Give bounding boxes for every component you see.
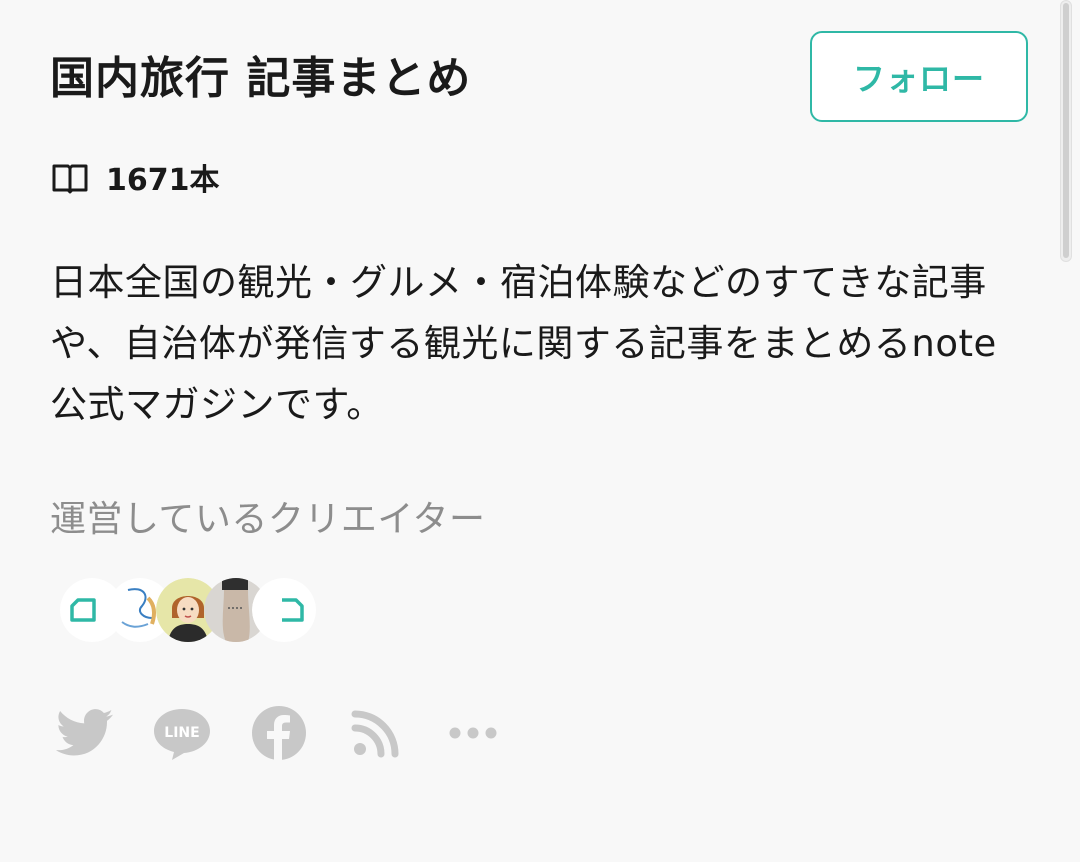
share-buttons: LINE <box>54 700 539 766</box>
magazine-description: 日本全国の観光・グルメ・宿泊体験などのすてきな記事や、自治体が発信する観光に関す… <box>50 261 997 426</box>
magazine-title: 国内旅行 記事まとめ <box>50 53 472 104</box>
facebook-icon[interactable] <box>248 702 310 764</box>
more-icon[interactable] <box>442 702 504 764</box>
line-icon[interactable]: LINE <box>151 702 213 764</box>
note-logo-icon[interactable] <box>252 578 316 642</box>
article-count: 1671本 <box>106 163 220 198</box>
line-icon-text: LINE <box>164 725 199 741</box>
scrollbar[interactable] <box>1060 0 1072 262</box>
article-count-row: 1671本 <box>50 152 220 202</box>
open-book-icon <box>50 156 92 198</box>
follow-button[interactable]: フォロー <box>810 31 1028 122</box>
magazine-page: 国内旅行 記事まとめ フォロー 1671本 日本全国の観光・グルメ・宿泊体験など… <box>0 0 1080 862</box>
creator-avatars <box>60 574 316 650</box>
twitter-icon[interactable] <box>54 702 116 764</box>
rss-icon[interactable] <box>345 702 407 764</box>
scrollbar-thumb[interactable] <box>1063 3 1069 258</box>
creators-label: 運営しているクリエイター <box>50 499 486 540</box>
